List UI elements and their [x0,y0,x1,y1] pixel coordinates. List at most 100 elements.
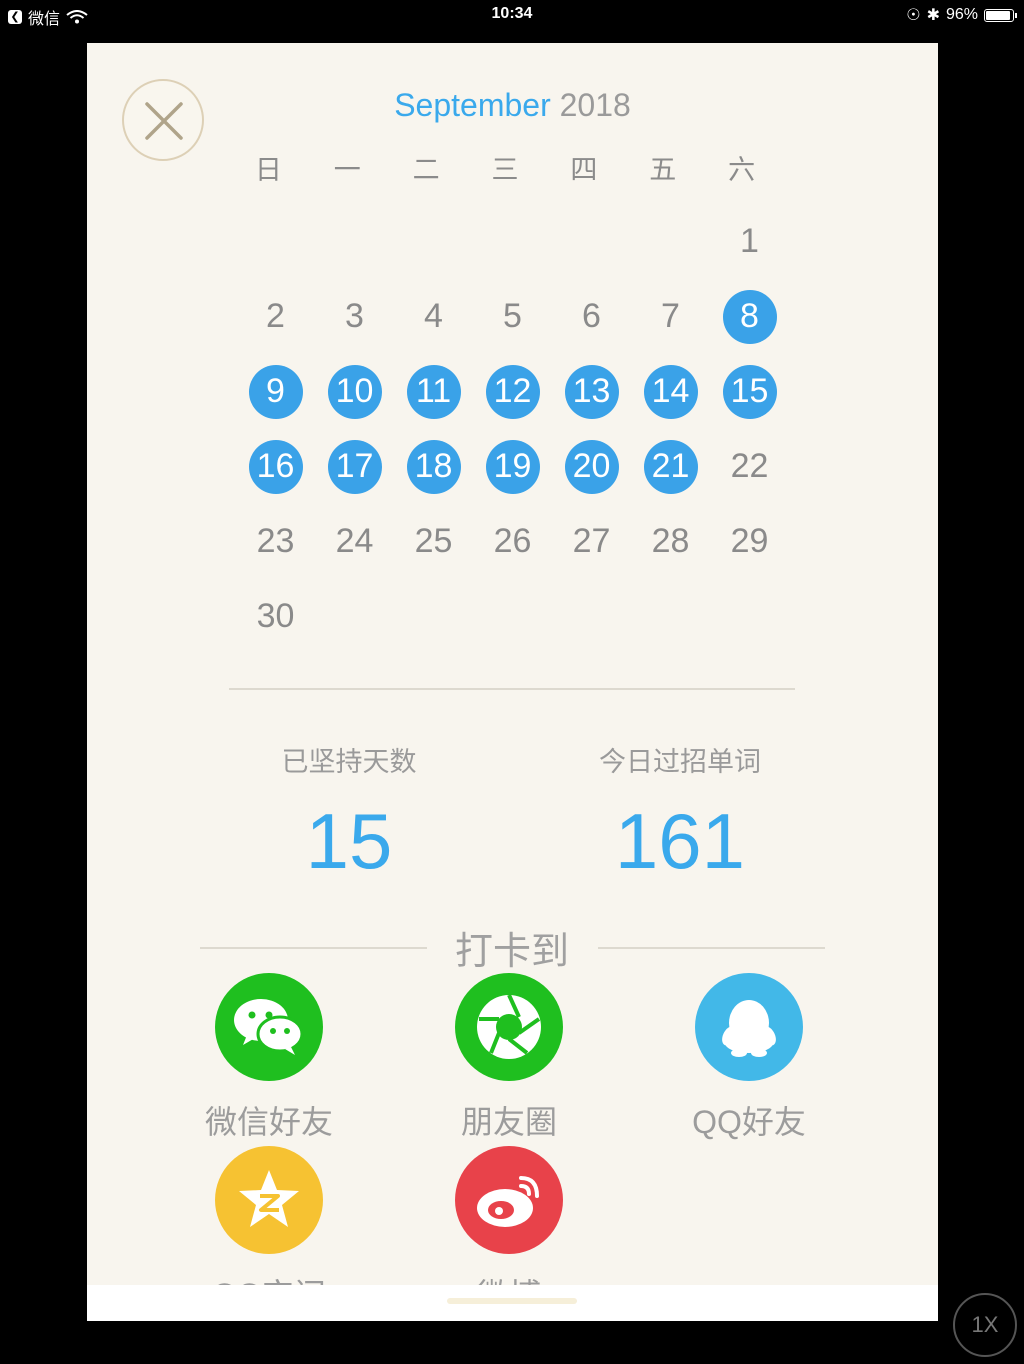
calendar-day[interactable]: 30 [249,590,303,644]
calendar-day-checked[interactable]: 18 [406,439,461,494]
calendar-cell: 27 [552,504,631,579]
share-divider-left [200,947,427,949]
status-bar: ❮ 微信 10:34 ☉ ✱ 96% [0,0,1024,30]
calendar-cell [236,204,315,279]
calendar-day-checked[interactable]: 11 [406,364,461,419]
calendar-day[interactable]: 7 [644,290,698,344]
calendar-cell: 17 [315,429,394,504]
calendar-cell [631,579,710,654]
words-value: 161 [614,797,746,885]
divider [229,688,795,690]
calendar-cell: 9 [236,354,315,429]
calendar-day[interactable]: 25 [407,515,461,569]
calendar-week: 1 [236,204,796,279]
battery-percent: 96% [945,6,978,23]
calendar-cell [473,204,552,279]
calendar-day-checked[interactable]: 14 [643,364,698,419]
calendar-day[interactable]: 29 [723,515,777,569]
calendar-day[interactable]: 2 [249,290,303,344]
calendar-cell: 5 [473,279,552,354]
battery-icon [984,8,1017,22]
share-wechat-button[interactable]: 微信好友 [169,973,369,1143]
qq-icon [695,973,803,1081]
qzone-icon [215,1146,323,1254]
share-wechat-label: 微信好友 [204,1104,333,1140]
weibo-icon [455,1146,563,1254]
days-stat: 已坚持天数 15 [199,740,499,881]
calendar-cell: 19 [473,429,552,504]
days-value: 15 [305,797,393,885]
calendar-day[interactable]: 27 [565,515,619,569]
zoom-button[interactable]: 1X [953,1293,1017,1357]
calendar-cell: 21 [631,429,710,504]
calendar-day[interactable]: 5 [486,290,540,344]
share-qq-label: QQ好友 [692,1104,806,1140]
calendar-day[interactable]: 23 [249,515,303,569]
weekday-label: 日 [254,155,282,185]
calendar-week: 2345678 [236,279,796,354]
moments-icon [455,973,563,1081]
words-stat: 今日过招单词 161 [530,740,830,881]
calendar-day-checked[interactable]: 21 [643,439,698,494]
calendar-cell: 13 [552,354,631,429]
calendar-cell: 26 [473,504,552,579]
calendar-day-checked[interactable]: 20 [564,439,619,494]
calendar-cell [473,579,552,654]
calendar-day-checked[interactable]: 10 [327,364,382,419]
share-title: 打卡到 [454,931,569,973]
calendar-day[interactable]: 1 [723,215,777,269]
calendar-cell: 10 [315,354,394,429]
calendar-cell [552,204,631,279]
calendar-cell [394,204,473,279]
calendar-day-checked[interactable]: 8 [722,289,777,344]
share-divider-right [598,947,825,949]
calendar-cell: 28 [631,504,710,579]
calendar-cell: 14 [631,354,710,429]
calendar-day[interactable]: 6 [565,290,619,344]
calendar-cell [710,579,789,654]
calendar-cell: 12 [473,354,552,429]
calendar-cell: 18 [394,429,473,504]
weekday-label: 四 [570,155,598,185]
calendar-cell: 2 [236,279,315,354]
calendar-day[interactable]: 3 [328,290,382,344]
orientation-lock-icon: ☉ [906,7,921,24]
calendar-cell: 30 [236,579,315,654]
calendar-day[interactable]: 22 [723,440,777,494]
calendar-day[interactable]: 24 [328,515,382,569]
calendar-day[interactable]: 28 [644,515,698,569]
calendar-cell: 3 [315,279,394,354]
calendar-day-checked[interactable]: 16 [248,439,303,494]
calendar-cell: 4 [394,279,473,354]
words-label: 今日过招单词 [599,747,761,777]
calendar-cell: 6 [552,279,631,354]
calendar-week: 16 17 18 19 20 21 22 [236,429,796,504]
calendar-cell [394,579,473,654]
calendar-week: 23 24 25 26 27 28 29 [236,504,796,579]
share-moments-button[interactable]: 朋友圈 [409,973,609,1143]
calendar-day-checked[interactable]: 17 [327,439,382,494]
calendar-grid: 1 2 3 4 5 6 7 8 9 10 11 12 13 14 15 16 17 18 19 20 21 22 23 24 2… [236,204,796,654]
calendar-day[interactable]: 4 [407,290,461,344]
share-qq-button[interactable]: QQ好友 [649,973,849,1143]
calendar-cell: 16 [236,429,315,504]
bottom-indicator [447,1298,577,1304]
calendar-cell [315,204,394,279]
checkin-card: September 2018 日 一 二 三 四 五 六 1 2 3 4 5 6 7 8 9 10… [87,43,938,1321]
calendar-day-checked[interactable]: 9 [248,364,303,419]
calendar-cell: 11 [394,354,473,429]
calendar-day-checked[interactable]: 19 [485,439,540,494]
calendar-day-checked[interactable]: 13 [564,364,619,419]
calendar-day-checked[interactable]: 12 [485,364,540,419]
calendar-day-checked[interactable]: 15 [722,364,777,419]
weekday-label: 三 [491,155,519,185]
calendar-month: September [394,87,551,123]
weekday-label: 五 [649,155,677,185]
status-right: ☉ ✱ 96% [906,5,1017,25]
calendar-title: September 2018 [87,87,938,124]
calendar-day[interactable]: 26 [486,515,540,569]
bluetooth-icon: ✱ [926,7,940,24]
calendar-cell: 8 [710,279,789,354]
calendar-cell: 22 [710,429,789,504]
calendar-cell: 7 [631,279,710,354]
